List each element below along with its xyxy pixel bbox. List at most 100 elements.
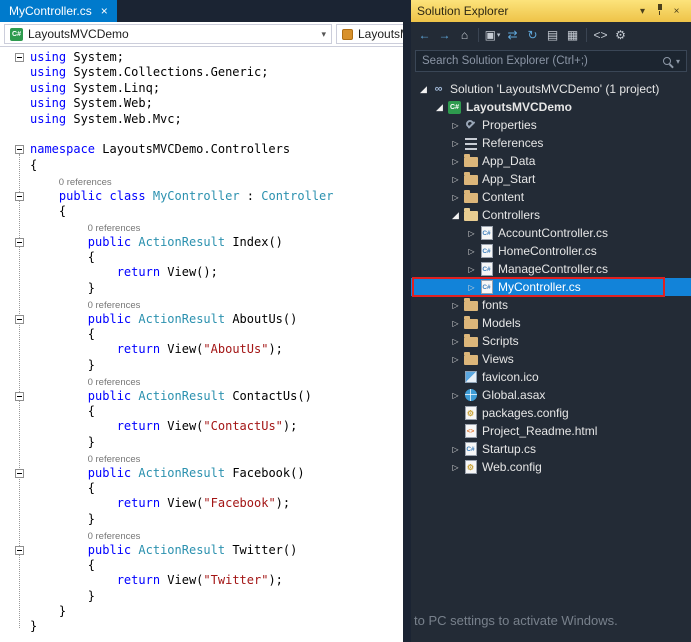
tree-item-app-data[interactable]: ▷ App_Data xyxy=(411,152,691,170)
code-line[interactable]: public ActionResult ContactUs() xyxy=(0,389,403,404)
tree-item-views[interactable]: ▷ Views xyxy=(411,350,691,368)
tree-item-managecontroller-cs[interactable]: ▷ C# ManageController.cs xyxy=(411,260,691,278)
project-dropdown[interactable]: C# LayoutsMVCDemo ▾ xyxy=(4,24,332,44)
expander-icon[interactable]: ▷ xyxy=(449,193,462,202)
code-line[interactable]: } xyxy=(0,589,403,604)
properties-button[interactable]: ⚙ xyxy=(611,26,630,45)
fold-marker-icon[interactable] xyxy=(15,53,24,62)
tree-item-global-asax[interactable]: ▷ Global.asax xyxy=(411,386,691,404)
code-editor[interactable]: using System; using System.Collections.Ge… xyxy=(0,47,403,642)
expander-icon[interactable]: ▷ xyxy=(465,283,478,292)
collapse-all-button[interactable]: ▤ xyxy=(543,26,562,45)
close-icon[interactable]: × xyxy=(101,5,108,17)
codelens-references[interactable]: 0 references xyxy=(30,453,141,466)
code-line[interactable]: } xyxy=(0,604,403,619)
tree-item-mycontroller-cs[interactable]: ▷ C# MyController.cs xyxy=(411,277,691,297)
code-line[interactable]: } xyxy=(0,281,403,296)
tree-item-fonts[interactable]: ▷ fonts xyxy=(411,296,691,314)
search-input[interactable]: Search Solution Explorer (Ctrl+;) ▾ xyxy=(415,50,687,72)
chevron-down-icon[interactable]: ▾ xyxy=(676,57,680,66)
search-icon[interactable] xyxy=(662,57,671,65)
tree-item-accountcontroller-cs[interactable]: ▷ C# AccountController.cs xyxy=(411,224,691,242)
tree-item-scripts[interactable]: ▷ Scripts xyxy=(411,332,691,350)
expander-icon[interactable]: ◢ xyxy=(433,102,446,113)
codelens-references[interactable]: 0 references xyxy=(30,176,112,189)
code-line[interactable]: using System.Web; xyxy=(0,96,403,111)
pin-icon[interactable] xyxy=(651,3,668,19)
home-button[interactable]: ⌂ xyxy=(455,26,474,45)
type-dropdown[interactable]: LayoutsMVC xyxy=(336,24,403,44)
code-line[interactable]: { xyxy=(0,250,403,265)
expander-icon[interactable]: ▷ xyxy=(449,121,462,130)
code-line[interactable]: public ActionResult Twitter() xyxy=(0,543,403,558)
codelens-line[interactable]: 0 references xyxy=(0,527,403,542)
code-line[interactable]: } xyxy=(0,619,403,634)
expander-icon[interactable]: ▷ xyxy=(449,463,462,472)
code-line[interactable]: return View("AboutUs"); xyxy=(0,342,403,357)
expander-icon[interactable]: ◢ xyxy=(449,210,462,221)
window-menu-icon[interactable]: ▾ xyxy=(634,6,651,17)
codelens-line[interactable]: 0 references xyxy=(0,219,403,234)
tree-item-solution-layoutsmvcdemo-1-project[interactable]: ◢ ∞ Solution 'LayoutsMVCDemo' (1 project) xyxy=(411,80,691,98)
expander-icon[interactable]: ▷ xyxy=(449,391,462,400)
tree-item-app-start[interactable]: ▷ App_Start xyxy=(411,170,691,188)
codelens-line[interactable]: 0 references xyxy=(0,450,403,465)
code-line[interactable]: { xyxy=(0,158,403,173)
code-line[interactable]: } xyxy=(0,435,403,450)
expander-icon[interactable]: ▷ xyxy=(465,229,478,238)
codelens-line[interactable]: 0 references xyxy=(0,373,403,388)
code-line[interactable]: public class MyController : Controller xyxy=(0,189,403,204)
code-line[interactable]: return View("Twitter"); xyxy=(0,573,403,588)
expander-icon[interactable]: ▷ xyxy=(465,247,478,256)
code-line[interactable]: using System.Linq; xyxy=(0,81,403,96)
code-line[interactable]: { xyxy=(0,404,403,419)
expander-icon[interactable]: ▷ xyxy=(449,319,462,328)
code-line[interactable]: { xyxy=(0,558,403,573)
codelens-references[interactable]: 0 references xyxy=(30,376,141,389)
code-line[interactable]: { xyxy=(0,204,403,219)
code-line[interactable]: public ActionResult Facebook() xyxy=(0,466,403,481)
code-line[interactable]: using System.Collections.Generic; xyxy=(0,65,403,80)
expander-icon[interactable]: ◢ xyxy=(417,84,430,95)
code-line[interactable]: } xyxy=(0,512,403,527)
tree-item-project-readme-html[interactable]: <> Project_Readme.html xyxy=(411,422,691,440)
tree-item-startup-cs[interactable]: ▷ C# Startup.cs xyxy=(411,440,691,458)
expander-icon[interactable]: ▷ xyxy=(449,337,462,346)
tree-item-properties[interactable]: ▷ Properties xyxy=(411,116,691,134)
fold-marker-icon[interactable] xyxy=(15,237,24,247)
close-icon[interactable]: × xyxy=(668,6,685,17)
code-line[interactable]: return View(); xyxy=(0,265,403,280)
code-line[interactable]: using System; xyxy=(0,50,403,65)
expander-icon[interactable]: ▷ xyxy=(449,301,462,310)
tree-item-layoutsmvcdemo[interactable]: ◢ C# LayoutsMVCDemo xyxy=(411,98,691,116)
fold-marker-icon[interactable] xyxy=(15,191,24,201)
tree-item-controllers[interactable]: ◢ Controllers xyxy=(411,206,691,224)
code-line[interactable]: using System.Web.Mvc; xyxy=(0,112,403,127)
tree-item-packages-config[interactable]: ⚙ packages.config xyxy=(411,404,691,422)
code-line[interactable]: } xyxy=(0,358,403,373)
tab-mycontroller[interactable]: MyController.cs × xyxy=(0,0,117,22)
show-all-files-button[interactable]: ▦ xyxy=(563,26,582,45)
solution-explorer-titlebar[interactable]: Solution Explorer ▾ × xyxy=(411,0,691,22)
code-line[interactable] xyxy=(0,127,403,142)
codelens-line[interactable]: 0 references xyxy=(0,173,403,188)
code-line[interactable]: public ActionResult Index() xyxy=(0,235,403,250)
tree-item-models[interactable]: ▷ Models xyxy=(411,314,691,332)
codelens-references[interactable]: 0 references xyxy=(30,299,141,312)
fold-marker-icon[interactable] xyxy=(15,145,24,155)
expander-icon[interactable]: ▷ xyxy=(449,355,462,364)
tree-item-content[interactable]: ▷ Content xyxy=(411,188,691,206)
code-line[interactable]: { xyxy=(0,327,403,342)
tree-item-favicon-ico[interactable]: favicon.ico xyxy=(411,368,691,386)
code-line[interactable]: return View("ContactUs"); xyxy=(0,419,403,434)
codelens-references[interactable]: 0 references xyxy=(30,530,141,543)
fold-marker-icon[interactable] xyxy=(15,468,24,478)
expander-icon[interactable]: ▷ xyxy=(449,445,462,454)
tree-item-web-config[interactable]: ▷ ⚙ Web.config xyxy=(411,458,691,476)
expander-icon[interactable]: ▷ xyxy=(449,175,462,184)
expander-icon[interactable]: ▷ xyxy=(449,139,462,148)
fold-marker-icon[interactable] xyxy=(15,545,24,555)
forward-button[interactable]: → xyxy=(435,26,454,45)
expander-icon[interactable]: ▷ xyxy=(465,265,478,274)
view-code-button[interactable]: <> xyxy=(591,26,610,45)
